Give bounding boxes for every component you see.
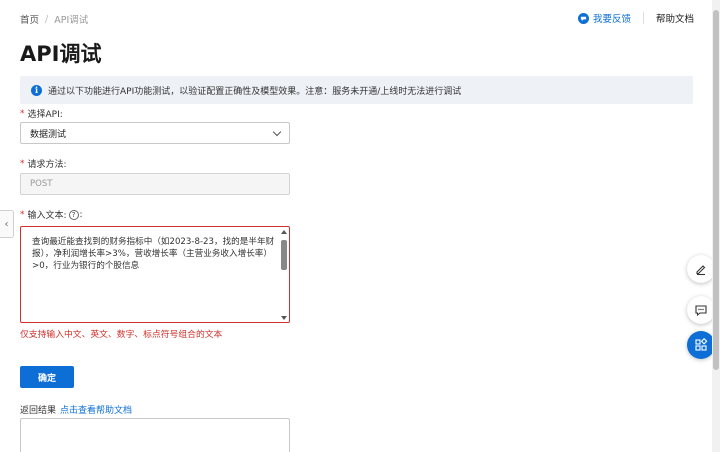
method-value: POST	[30, 179, 53, 189]
header-divider	[642, 12, 644, 24]
required-marker: *	[20, 158, 25, 169]
required-marker: *	[20, 209, 25, 220]
api-select-label: * 选择API:	[20, 107, 63, 121]
breadcrumb: 首页 / API调试	[20, 12, 89, 27]
validation-error: 仅支持输入中文、英文、数字、标点符号组合的文本	[20, 330, 223, 340]
breadcrumb-current: API调试	[54, 15, 89, 26]
help-docs-link[interactable]: 帮助文档	[656, 11, 694, 25]
required-marker: *	[20, 108, 25, 119]
help-question-icon[interactable]: ?	[68, 209, 79, 220]
scroll-down-icon[interactable]	[281, 316, 287, 320]
page-scroll-thumb[interactable]	[713, 10, 719, 370]
sidebar-collapse-button[interactable]: ‹	[0, 210, 14, 238]
method-label: * 请求方法:	[20, 157, 67, 171]
notice-text: 通过以下功能进行API功能测试，以验证配置正确性及模型效果。注意：服务未开通/上…	[48, 86, 462, 97]
feedback-link[interactable]: 我要反馈	[577, 11, 631, 25]
feedback-label: 我要反馈	[592, 14, 631, 25]
help-doc-link[interactable]: 点击查看帮助文档	[60, 406, 132, 416]
text-input-label-text: 输入文本:	[27, 211, 67, 221]
text-input-label: * 输入文本: ? :	[20, 208, 83, 221]
method-label-text: 请求方法:	[27, 160, 67, 170]
scroll-thumb[interactable]	[281, 240, 287, 270]
api-select-label-text: 选择API:	[27, 110, 63, 120]
edit-icon	[696, 265, 706, 276]
header-actions: 我要反馈 帮助文档	[577, 11, 694, 25]
text-input-area[interactable]: 查询最近能查找到的财务指标中（如2023-8-23，找的是半年财报），净利润增长…	[20, 226, 290, 323]
breadcrumb-home[interactable]: 首页	[20, 12, 39, 26]
info-notice: i 通过以下功能进行API功能测试，以验证配置正确性及模型效果。注意：服务未开通…	[20, 76, 693, 104]
api-select-value: 数据测试	[30, 129, 67, 140]
chat-float-button[interactable]	[687, 296, 712, 324]
apps-icon	[695, 338, 708, 351]
result-label: 返回结果 点击查看帮助文档	[20, 403, 132, 416]
feedback-icon	[577, 12, 589, 24]
main-content: 首页 / API调试 我要反馈 帮助文档 API调试 i 通过以下功能进行API…	[0, 0, 712, 452]
api-select[interactable]: 数据测试	[20, 122, 290, 144]
result-output[interactable]	[20, 418, 290, 452]
confirm-button[interactable]: 确定	[20, 366, 74, 388]
result-label-text: 返回结果	[20, 406, 57, 416]
chevron-down-icon	[272, 127, 282, 136]
page-title: API调试	[20, 42, 102, 66]
scroll-up-icon[interactable]	[281, 230, 287, 234]
method-field: POST	[20, 173, 290, 195]
edit-float-button[interactable]	[687, 255, 712, 283]
text-input-label-colon: :	[79, 209, 83, 220]
text-input-value: 查询最近能查找到的财务指标中（如2023-8-23，找的是半年财报），净利润增长…	[32, 237, 275, 271]
chat-icon	[695, 305, 707, 317]
textarea-scrollbar[interactable]	[281, 230, 287, 320]
info-icon: i	[31, 84, 42, 96]
breadcrumb-separator: /	[45, 13, 49, 25]
page-scrollbar[interactable]	[712, 0, 720, 452]
apps-float-button[interactable]	[687, 331, 712, 359]
chevron-left-icon: ‹	[4, 218, 9, 230]
